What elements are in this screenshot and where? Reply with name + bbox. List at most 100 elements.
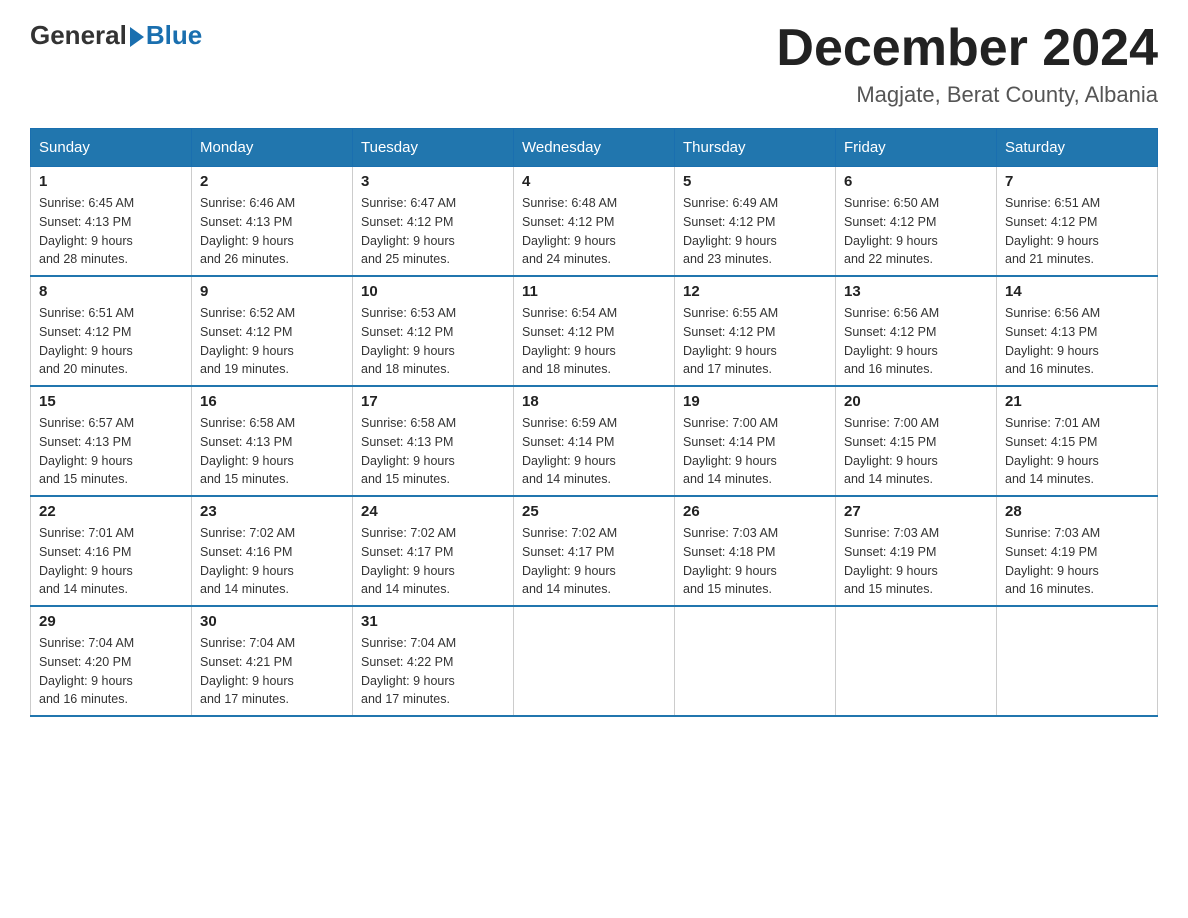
day-cell: 3 Sunrise: 6:47 AM Sunset: 4:12 PM Dayli…	[353, 167, 514, 277]
day-number: 31	[361, 613, 505, 630]
week-row-2: 8 Sunrise: 6:51 AM Sunset: 4:12 PM Dayli…	[31, 276, 1158, 386]
day-info: Sunrise: 6:49 AM Sunset: 4:12 PM Dayligh…	[683, 194, 827, 269]
day-cell: 2 Sunrise: 6:46 AM Sunset: 4:13 PM Dayli…	[192, 167, 353, 277]
header-cell-thursday: Thursday	[675, 129, 836, 167]
day-number: 3	[361, 173, 505, 190]
day-cell: 18 Sunrise: 6:59 AM Sunset: 4:14 PM Dayl…	[514, 386, 675, 496]
day-number: 20	[844, 393, 988, 410]
day-number: 5	[683, 173, 827, 190]
day-cell: 5 Sunrise: 6:49 AM Sunset: 4:12 PM Dayli…	[675, 167, 836, 277]
header-cell-wednesday: Wednesday	[514, 129, 675, 167]
day-number: 25	[522, 503, 666, 520]
logo-arrow-icon	[130, 27, 144, 47]
day-number: 19	[683, 393, 827, 410]
day-number: 12	[683, 283, 827, 300]
day-cell: 13 Sunrise: 6:56 AM Sunset: 4:12 PM Dayl…	[836, 276, 997, 386]
day-cell: 7 Sunrise: 6:51 AM Sunset: 4:12 PM Dayli…	[997, 167, 1158, 277]
day-info: Sunrise: 6:47 AM Sunset: 4:12 PM Dayligh…	[361, 194, 505, 269]
day-cell: 20 Sunrise: 7:00 AM Sunset: 4:15 PM Dayl…	[836, 386, 997, 496]
day-info: Sunrise: 7:01 AM Sunset: 4:15 PM Dayligh…	[1005, 414, 1149, 489]
day-info: Sunrise: 7:04 AM Sunset: 4:22 PM Dayligh…	[361, 634, 505, 709]
day-number: 4	[522, 173, 666, 190]
day-info: Sunrise: 7:02 AM Sunset: 4:17 PM Dayligh…	[522, 524, 666, 599]
day-cell: 9 Sunrise: 6:52 AM Sunset: 4:12 PM Dayli…	[192, 276, 353, 386]
week-row-5: 29 Sunrise: 7:04 AM Sunset: 4:20 PM Dayl…	[31, 606, 1158, 716]
day-cell: 12 Sunrise: 6:55 AM Sunset: 4:12 PM Dayl…	[675, 276, 836, 386]
logo-top: General Blue	[30, 20, 202, 51]
day-info: Sunrise: 6:55 AM Sunset: 4:12 PM Dayligh…	[683, 304, 827, 379]
day-cell: 17 Sunrise: 6:58 AM Sunset: 4:13 PM Dayl…	[353, 386, 514, 496]
day-cell: 24 Sunrise: 7:02 AM Sunset: 4:17 PM Dayl…	[353, 496, 514, 606]
day-info: Sunrise: 7:00 AM Sunset: 4:14 PM Dayligh…	[683, 414, 827, 489]
day-info: Sunrise: 6:51 AM Sunset: 4:12 PM Dayligh…	[1005, 194, 1149, 269]
day-cell	[514, 606, 675, 716]
day-info: Sunrise: 6:57 AM Sunset: 4:13 PM Dayligh…	[39, 414, 183, 489]
day-number: 17	[361, 393, 505, 410]
day-cell: 28 Sunrise: 7:03 AM Sunset: 4:19 PM Dayl…	[997, 496, 1158, 606]
day-cell: 15 Sunrise: 6:57 AM Sunset: 4:13 PM Dayl…	[31, 386, 192, 496]
day-info: Sunrise: 7:03 AM Sunset: 4:18 PM Dayligh…	[683, 524, 827, 599]
day-number: 24	[361, 503, 505, 520]
day-cell: 25 Sunrise: 7:02 AM Sunset: 4:17 PM Dayl…	[514, 496, 675, 606]
subtitle: Magjate, Berat County, Albania	[776, 82, 1158, 108]
calendar-header: SundayMondayTuesdayWednesdayThursdayFrid…	[31, 129, 1158, 167]
day-number: 23	[200, 503, 344, 520]
day-cell	[997, 606, 1158, 716]
day-number: 10	[361, 283, 505, 300]
day-number: 14	[1005, 283, 1149, 300]
logo: General Blue	[30, 20, 202, 51]
day-number: 28	[1005, 503, 1149, 520]
week-row-4: 22 Sunrise: 7:01 AM Sunset: 4:16 PM Dayl…	[31, 496, 1158, 606]
calendar-table: SundayMondayTuesdayWednesdayThursdayFrid…	[30, 128, 1158, 717]
day-number: 27	[844, 503, 988, 520]
day-cell: 1 Sunrise: 6:45 AM Sunset: 4:13 PM Dayli…	[31, 167, 192, 277]
day-cell	[836, 606, 997, 716]
day-cell: 30 Sunrise: 7:04 AM Sunset: 4:21 PM Dayl…	[192, 606, 353, 716]
day-cell: 8 Sunrise: 6:51 AM Sunset: 4:12 PM Dayli…	[31, 276, 192, 386]
day-cell: 31 Sunrise: 7:04 AM Sunset: 4:22 PM Dayl…	[353, 606, 514, 716]
day-cell: 22 Sunrise: 7:01 AM Sunset: 4:16 PM Dayl…	[31, 496, 192, 606]
logo-general-text: General	[30, 20, 127, 51]
title-section: December 2024 Magjate, Berat County, Alb…	[776, 20, 1158, 108]
day-number: 21	[1005, 393, 1149, 410]
header-cell-sunday: Sunday	[31, 129, 192, 167]
day-cell: 10 Sunrise: 6:53 AM Sunset: 4:12 PM Dayl…	[353, 276, 514, 386]
week-row-3: 15 Sunrise: 6:57 AM Sunset: 4:13 PM Dayl…	[31, 386, 1158, 496]
day-number: 13	[844, 283, 988, 300]
day-info: Sunrise: 7:02 AM Sunset: 4:17 PM Dayligh…	[361, 524, 505, 599]
day-info: Sunrise: 7:01 AM Sunset: 4:16 PM Dayligh…	[39, 524, 183, 599]
day-number: 1	[39, 173, 183, 190]
day-info: Sunrise: 6:48 AM Sunset: 4:12 PM Dayligh…	[522, 194, 666, 269]
day-info: Sunrise: 6:46 AM Sunset: 4:13 PM Dayligh…	[200, 194, 344, 269]
day-info: Sunrise: 7:04 AM Sunset: 4:21 PM Dayligh…	[200, 634, 344, 709]
day-cell: 23 Sunrise: 7:02 AM Sunset: 4:16 PM Dayl…	[192, 496, 353, 606]
day-cell: 6 Sunrise: 6:50 AM Sunset: 4:12 PM Dayli…	[836, 167, 997, 277]
day-info: Sunrise: 7:03 AM Sunset: 4:19 PM Dayligh…	[1005, 524, 1149, 599]
day-cell: 27 Sunrise: 7:03 AM Sunset: 4:19 PM Dayl…	[836, 496, 997, 606]
day-number: 7	[1005, 173, 1149, 190]
day-info: Sunrise: 6:58 AM Sunset: 4:13 PM Dayligh…	[361, 414, 505, 489]
day-number: 11	[522, 283, 666, 300]
day-cell	[675, 606, 836, 716]
header-cell-saturday: Saturday	[997, 129, 1158, 167]
logo-blue-text: Blue	[146, 20, 202, 51]
day-cell: 16 Sunrise: 6:58 AM Sunset: 4:13 PM Dayl…	[192, 386, 353, 496]
day-cell: 26 Sunrise: 7:03 AM Sunset: 4:18 PM Dayl…	[675, 496, 836, 606]
day-number: 29	[39, 613, 183, 630]
day-info: Sunrise: 7:04 AM Sunset: 4:20 PM Dayligh…	[39, 634, 183, 709]
day-number: 26	[683, 503, 827, 520]
day-cell: 21 Sunrise: 7:01 AM Sunset: 4:15 PM Dayl…	[997, 386, 1158, 496]
day-info: Sunrise: 6:45 AM Sunset: 4:13 PM Dayligh…	[39, 194, 183, 269]
calendar-body: 1 Sunrise: 6:45 AM Sunset: 4:13 PM Dayli…	[31, 167, 1158, 717]
day-info: Sunrise: 6:54 AM Sunset: 4:12 PM Dayligh…	[522, 304, 666, 379]
day-info: Sunrise: 6:52 AM Sunset: 4:12 PM Dayligh…	[200, 304, 344, 379]
day-info: Sunrise: 6:58 AM Sunset: 4:13 PM Dayligh…	[200, 414, 344, 489]
header-cell-monday: Monday	[192, 129, 353, 167]
day-cell: 14 Sunrise: 6:56 AM Sunset: 4:13 PM Dayl…	[997, 276, 1158, 386]
day-number: 22	[39, 503, 183, 520]
main-title: December 2024	[776, 20, 1158, 77]
day-info: Sunrise: 7:00 AM Sunset: 4:15 PM Dayligh…	[844, 414, 988, 489]
day-cell: 19 Sunrise: 7:00 AM Sunset: 4:14 PM Dayl…	[675, 386, 836, 496]
day-cell: 29 Sunrise: 7:04 AM Sunset: 4:20 PM Dayl…	[31, 606, 192, 716]
day-number: 30	[200, 613, 344, 630]
